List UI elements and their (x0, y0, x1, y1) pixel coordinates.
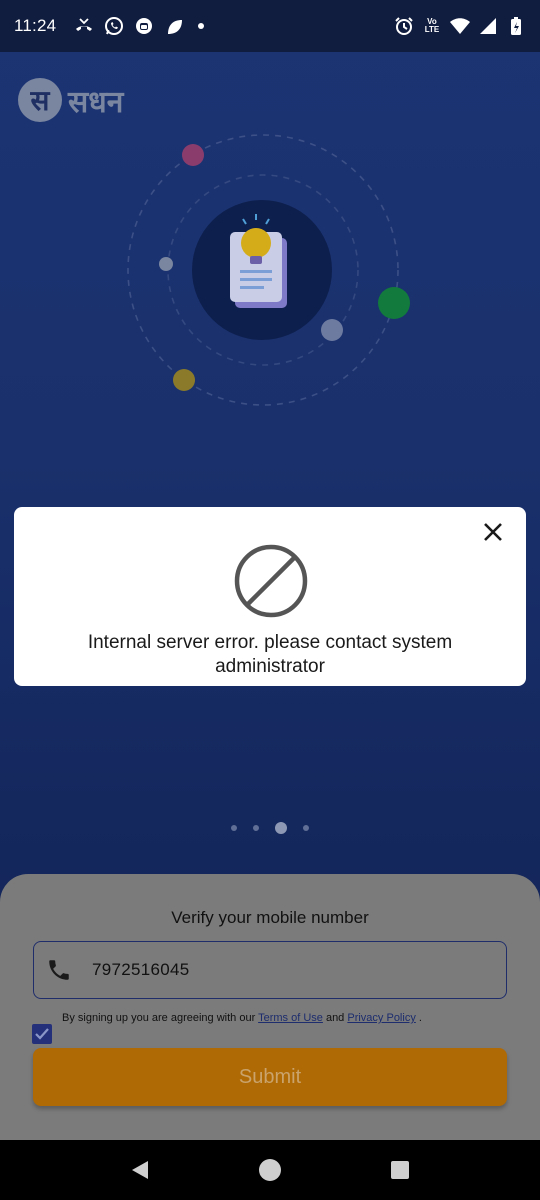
back-icon[interactable] (120, 1150, 160, 1190)
recents-icon[interactable] (380, 1150, 420, 1190)
home-icon[interactable] (250, 1150, 290, 1190)
missed-call-icon (74, 16, 94, 36)
volte-icon: Vo LTE (424, 17, 440, 34)
leaf-icon (164, 16, 184, 36)
close-icon[interactable] (478, 517, 508, 547)
signal-icon (478, 16, 498, 36)
app-icon (134, 16, 154, 36)
wifi-icon (450, 16, 470, 36)
battery-icon (506, 16, 526, 36)
status-time: 11:24 (14, 16, 57, 35)
whatsapp-icon (104, 16, 124, 36)
error-message: Internal server error. please contact sy… (87, 632, 453, 677)
blocked-icon (233, 543, 309, 619)
error-dialog: Internal server error. please contact sy… (14, 507, 526, 686)
alarm-icon (394, 16, 414, 36)
navigation-bar (0, 1140, 540, 1200)
notification-dot (198, 23, 205, 29)
status-bar: 11:24 Vo LTE (0, 0, 540, 52)
